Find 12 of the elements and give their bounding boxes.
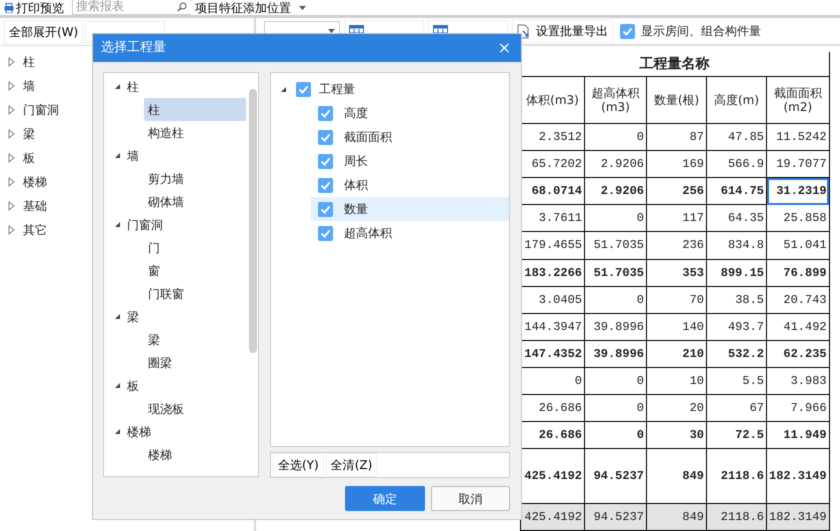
- checkbox-label: 数量: [344, 201, 368, 218]
- checkbox-label: 体积: [344, 177, 368, 194]
- checkbox-label: 超高体积: [344, 225, 392, 242]
- dialog-title: 选择工程量: [101, 39, 166, 58]
- column-header: 超高体积(m3): [584, 76, 646, 124]
- column-header: 数量(根): [646, 76, 706, 124]
- checkbox-label: 高度: [344, 105, 368, 122]
- column-header: 截面面积(m2): [766, 76, 830, 124]
- checkbox-label: 周长: [344, 153, 368, 170]
- checkbox-label: 截面面积: [344, 129, 392, 146]
- checkbox-label: 工程量: [319, 81, 355, 98]
- column-header: 高度(m): [706, 76, 766, 124]
